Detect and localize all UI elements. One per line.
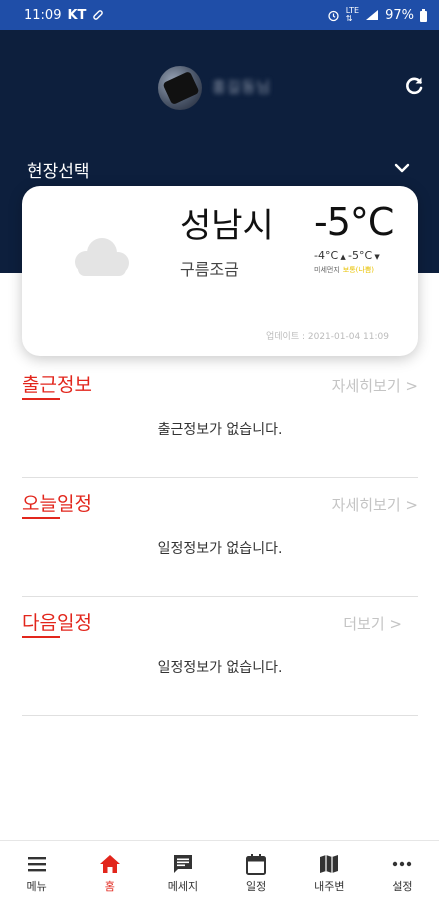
- bottom-nav: 메뉴 홈 메세지 일정 내주변 설정: [0, 840, 439, 900]
- status-carrier: KT: [67, 7, 87, 23]
- username: 홍길동님: [212, 78, 272, 96]
- section-title: 다음일정: [22, 612, 92, 634]
- weather-city: 성남시: [180, 206, 274, 246]
- message-icon: [173, 855, 192, 873]
- nav-label: 홈: [104, 880, 115, 893]
- nav-label: 메세지: [167, 880, 199, 893]
- status-bar: 11:09 KT LTE ⇅ 97%: [0, 0, 439, 30]
- empty-message: 일정정보가 없습니다.: [157, 541, 283, 557]
- chevron-down-icon[interactable]: [392, 158, 412, 178]
- nav-item-home[interactable]: 홈: [73, 841, 146, 900]
- empty-message: 일정정보가 없습니다.: [157, 660, 283, 676]
- dust-grade: 보통(나쁨): [342, 266, 374, 274]
- section-commute: 출근정보 자세히보기 > 출근정보가 없습니다.: [22, 360, 418, 478]
- signal-icon: [365, 9, 379, 21]
- fine-dust-info: 미세먼지 보통(나쁨): [314, 265, 374, 275]
- refresh-icon[interactable]: [402, 74, 426, 98]
- nav-item-nearby[interactable]: 내주변: [293, 841, 366, 900]
- nav-item-schedule[interactable]: 일정: [220, 841, 293, 900]
- title-underline: [22, 636, 60, 638]
- more-icon: [393, 861, 412, 867]
- down-arrow-icon: ▼: [372, 253, 380, 261]
- nav-label: 내주변: [314, 880, 345, 893]
- status-time: 11:09: [24, 7, 62, 23]
- nav-item-settings[interactable]: 설정: [366, 841, 439, 900]
- temp-min: -4°C: [314, 249, 339, 262]
- nav-item-message[interactable]: 메세지: [146, 841, 219, 900]
- menu-icon: [27, 857, 46, 872]
- battery-icon: [420, 8, 427, 22]
- nav-label: 메뉴: [26, 880, 47, 893]
- up-arrow-icon: ▲: [338, 253, 348, 261]
- more-link[interactable]: 자세히보기 >: [332, 494, 418, 515]
- battery-level: 97%: [385, 7, 414, 23]
- title-underline: [22, 517, 60, 519]
- section-next-schedule: 다음일정 더보기 > 일정정보가 없습니다.: [22, 598, 418, 716]
- pill-icon: [92, 9, 104, 21]
- title-underline: [22, 398, 60, 400]
- nav-label: 일정: [245, 880, 267, 893]
- cloud-icon: [68, 233, 134, 279]
- avatar[interactable]: [158, 66, 202, 110]
- section-title: 오늘일정: [22, 493, 92, 515]
- more-link[interactable]: 자세히보기 >: [332, 375, 418, 396]
- weather-temp-range: -4°C ▲ -5°C ▼: [314, 249, 380, 262]
- alarm-icon: [327, 9, 340, 22]
- site-select-label[interactable]: 현장선택: [27, 157, 90, 182]
- empty-message: 출근정보가 없습니다.: [157, 422, 283, 438]
- section-today-schedule: 오늘일정 자세히보기 > 일정정보가 없습니다.: [22, 479, 418, 597]
- nav-label: 설정: [392, 880, 413, 893]
- calendar-icon: [246, 854, 267, 875]
- nav-item-menu[interactable]: 메뉴: [0, 841, 73, 900]
- more-link[interactable]: 더보기 >: [343, 613, 402, 634]
- weather-condition: 구름조금: [180, 260, 239, 279]
- weather-temperature: -5°C: [314, 200, 394, 244]
- weather-updated-time: 업데이트 : 2021-01-04 11:09: [266, 332, 389, 342]
- temp-max: -5°C: [348, 249, 373, 262]
- home-icon: [99, 855, 120, 873]
- map-icon: [320, 855, 339, 873]
- weather-card: 성남시 구름조금 -5°C -4°C ▲ -5°C ▼ 미세먼지 보통(나쁨) 업…: [22, 186, 418, 356]
- section-title: 출근정보: [22, 374, 92, 396]
- dust-label: 미세먼지: [314, 266, 340, 274]
- lte-icon: LTE ⇅: [345, 6, 360, 23]
